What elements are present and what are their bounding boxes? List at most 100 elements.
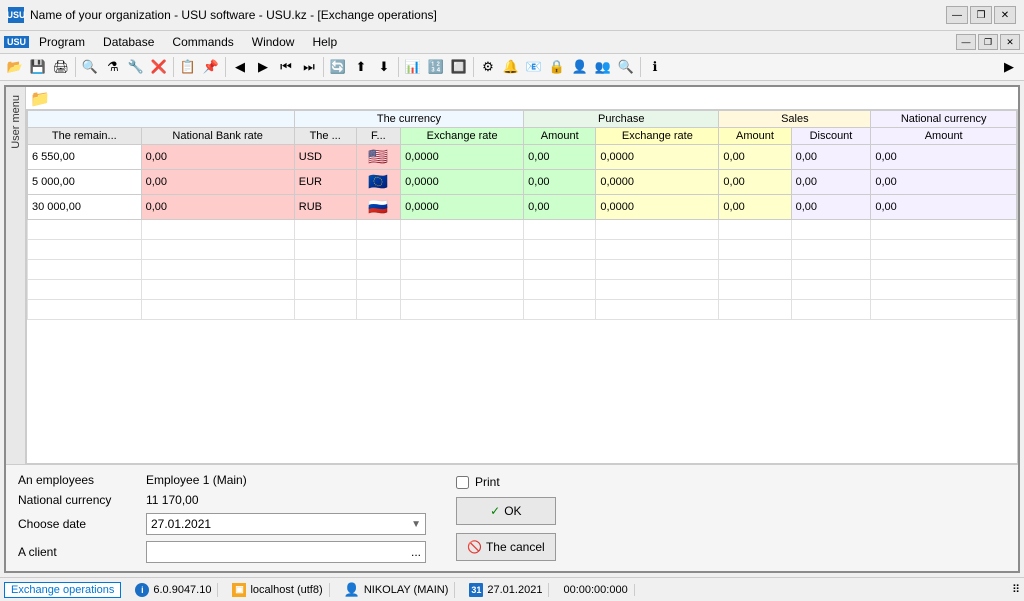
natcurr-amount-cell: 0,00	[871, 170, 1017, 195]
natcurr-label: National currency	[18, 493, 138, 507]
remain-cell: 5 000,00	[28, 170, 142, 195]
print-label: Print	[475, 475, 500, 489]
toolbar-info[interactable]: ℹ	[644, 56, 666, 78]
toolbar-mail[interactable]: 📧	[523, 56, 545, 78]
currency-cell: RUB	[294, 195, 356, 220]
table-row[interactable]: 6 550,00 0,00 USD 🇺🇸 0,0000 0,00 0,0000 …	[28, 145, 1017, 170]
toolbar-chart[interactable]: 📊	[402, 56, 424, 78]
empty-row	[28, 280, 1017, 300]
toolbar-search2[interactable]: 🔍	[615, 56, 637, 78]
toolbar-users[interactable]: 👥	[592, 56, 614, 78]
toolbar-filter[interactable]: ⚗	[102, 56, 124, 78]
toolbar-refresh[interactable]: 🔄	[327, 56, 349, 78]
toolbar-settings[interactable]: ⚙	[477, 56, 499, 78]
ok-check-icon: ✓	[490, 504, 500, 518]
sub-header-row: The remain... National Bank rate The ...…	[28, 128, 1017, 145]
status-version: i 6.0.9047.10	[129, 583, 218, 597]
menu-restore-btn[interactable]: ❐	[978, 34, 998, 50]
toolbar-down[interactable]: ⬇	[373, 56, 395, 78]
toolbar-lock[interactable]: 🔒	[546, 56, 568, 78]
toolbar-up[interactable]: ⬆	[350, 56, 372, 78]
currency-cell: EUR	[294, 170, 356, 195]
exch-sales-cell: 0,0000	[596, 170, 719, 195]
menu-program[interactable]: Program	[31, 33, 93, 51]
menu-database[interactable]: Database	[95, 33, 162, 51]
table-row[interactable]: 30 000,00 0,00 RUB 🇷🇺 0,0000 0,00 0,0000…	[28, 195, 1017, 220]
toolbar-first[interactable]: ⏮	[275, 56, 297, 78]
close-button[interactable]: ✕	[994, 6, 1016, 24]
table-row[interactable]: 5 000,00 0,00 EUR 🇪🇺 0,0000 0,00 0,0000 …	[28, 170, 1017, 195]
menu-close-btn[interactable]: ✕	[1000, 34, 1020, 50]
toolbar-copy[interactable]: 📋	[177, 56, 199, 78]
toolbar-grid[interactable]: 🔲	[448, 56, 470, 78]
print-checkbox[interactable]	[456, 476, 469, 489]
db-icon: ▣	[232, 583, 246, 597]
menu-window[interactable]: Window	[244, 33, 303, 51]
col-amount-purchase: Amount	[524, 128, 596, 145]
client-ellipsis: ...	[411, 545, 421, 559]
menu-right-controls: — ❐ ✕	[956, 34, 1020, 50]
toolbar-save[interactable]: 💾	[27, 56, 49, 78]
currency-group-header	[28, 111, 295, 128]
menu-help[interactable]: Help	[304, 33, 345, 51]
toolbar-table[interactable]: 🔢	[425, 56, 447, 78]
empty-row	[28, 240, 1017, 260]
toolbar-search[interactable]: 🔍	[79, 56, 101, 78]
toolbar-paste[interactable]: 📌	[200, 56, 222, 78]
menu-bar: USU Program Database Commands Window Hel…	[0, 31, 1024, 54]
flag-cell: 🇪🇺	[356, 170, 401, 195]
col-exch-sales: Exchange rate	[596, 128, 719, 145]
group-header-row: The currency Purchase Sales National cur…	[28, 111, 1017, 128]
toolbar-next[interactable]: ▶	[252, 56, 274, 78]
amount-purchase-cell: 0,00	[524, 195, 596, 220]
date-text: 27.01.2021	[487, 584, 542, 596]
discount-cell: 0,00	[791, 195, 871, 220]
menu-minimize-btn[interactable]: —	[956, 34, 976, 50]
sidebar-label[interactable]: User menu	[8, 91, 24, 153]
col-remain: The remain...	[28, 128, 142, 145]
currency-group-header2: The currency	[294, 111, 523, 128]
cancel-label: The cancel	[486, 540, 545, 554]
ok-button[interactable]: ✓ OK	[456, 497, 556, 525]
folder-tab: 📁	[26, 87, 1018, 109]
toolbar-open[interactable]: 📂	[4, 56, 26, 78]
bankrate-cell: 0,00	[141, 145, 294, 170]
toolbar-user[interactable]: 👤	[569, 56, 591, 78]
app-icon: USU	[8, 7, 24, 23]
exch-sales-cell: 0,0000	[596, 195, 719, 220]
toolbar-last[interactable]: ⏭	[298, 56, 320, 78]
status-resize: ⠿	[1012, 583, 1020, 596]
form-fields: An employees Employee 1 (Main) National …	[18, 473, 426, 563]
remain-cell: 30 000,00	[28, 195, 142, 220]
toolbar-filter2[interactable]: 🔧	[125, 56, 147, 78]
cancel-button[interactable]: 🚫 The cancel	[456, 533, 556, 561]
date-label: Choose date	[18, 517, 138, 531]
toolbar-sep-7	[640, 57, 641, 77]
menu-commands[interactable]: Commands	[164, 33, 241, 51]
status-user: 👤 NIKOLAY (MAIN)	[338, 582, 456, 598]
toolbar-right-arrow[interactable]: ▶	[998, 56, 1020, 78]
client-input[interactable]: ...	[146, 541, 426, 563]
server-text: localhost (utf8)	[250, 584, 322, 596]
currency-cell: USD	[294, 145, 356, 170]
natcurr-amount-cell: 0,00	[871, 145, 1017, 170]
col-currency: The ...	[294, 128, 356, 145]
title-bar-left: USU Name of your organization - USU soft…	[8, 7, 437, 23]
toolbar-bell[interactable]: 🔔	[500, 56, 522, 78]
data-table-body: 6 550,00 0,00 USD 🇺🇸 0,0000 0,00 0,0000 …	[28, 145, 1017, 320]
bottom-form: An employees Employee 1 (Main) National …	[6, 464, 1018, 571]
restore-button[interactable]: ❐	[970, 6, 992, 24]
toolbar-sep-5	[398, 57, 399, 77]
date-dropdown-icon: ▼	[411, 519, 421, 530]
remain-cell: 6 550,00	[28, 145, 142, 170]
toolbar-print[interactable]: 🖨	[50, 56, 72, 78]
toolbar-prev[interactable]: ◀	[229, 56, 251, 78]
exch-purchase-cell: 0,0000	[401, 145, 524, 170]
data-grid[interactable]: The currency Purchase Sales National cur…	[26, 109, 1018, 464]
exchange-operations-tab[interactable]: Exchange operations	[4, 582, 121, 598]
minimize-button[interactable]: —	[946, 6, 968, 24]
toolbar-clear[interactable]: ❌	[148, 56, 170, 78]
exch-purchase-cell: 0,0000	[401, 170, 524, 195]
amount-purchase-cell: 0,00	[524, 170, 596, 195]
date-input[interactable]: 27.01.2021 ▼	[146, 513, 426, 535]
